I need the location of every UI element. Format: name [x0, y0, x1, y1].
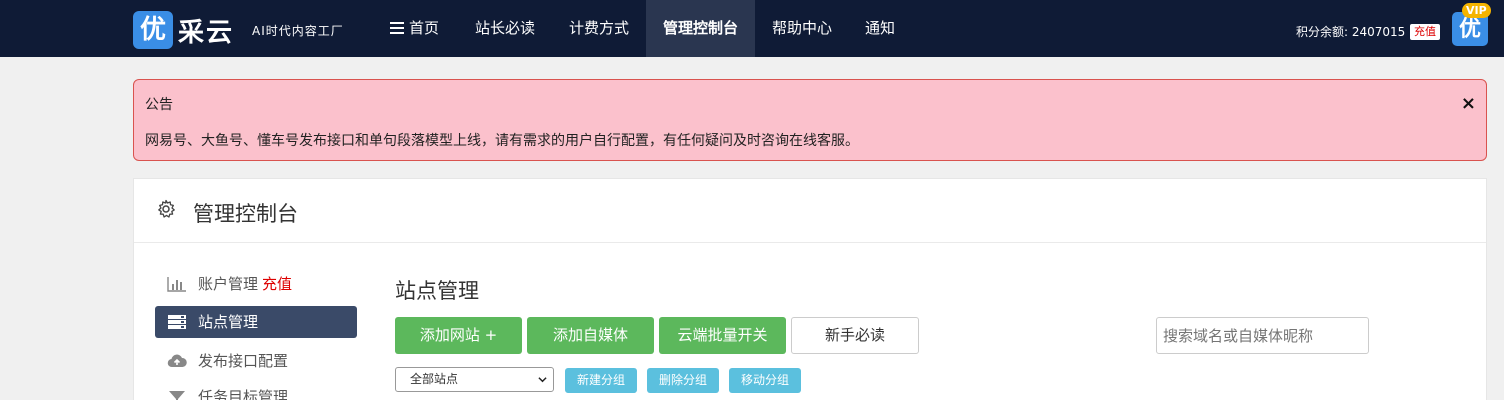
- nav-help-center[interactable]: 帮助中心: [772, 0, 832, 57]
- sidebar-item-publish-api[interactable]: 发布接口配置: [155, 345, 357, 377]
- nav-home-label: 首页: [409, 19, 440, 37]
- nav-console[interactable]: 管理控制台: [646, 0, 755, 57]
- nav-notifications[interactable]: 通知: [865, 0, 895, 57]
- add-media-button[interactable]: 添加自媒体: [527, 317, 654, 354]
- move-group-button[interactable]: 移动分组: [729, 368, 801, 393]
- new-group-button[interactable]: 新建分组: [565, 368, 637, 393]
- sidebar-item-label: 站点管理: [198, 313, 259, 331]
- top-navbar: 优 采云 AI时代内容工厂 首页 站长必读 计费方式 管理控制台 帮助中心 通知…: [0, 0, 1504, 57]
- sidebar-recharge-link[interactable]: 充值: [262, 275, 292, 293]
- sidebar-item-label: 发布接口配置: [198, 352, 289, 370]
- section-title: 站点管理: [395, 279, 479, 303]
- announcement-alert: 公告 网易号、大鱼号、懂车号发布接口和单句段落模型上线，请有需求的用户自行配置，…: [133, 79, 1487, 161]
- console-panel: 管理控制台 账户管理 充值 站点管理 发布接口配置 任务目标管理 站点管理 添加网…: [133, 178, 1487, 400]
- recharge-link[interactable]: 充值: [1410, 24, 1440, 40]
- nav-webmaster-guide-label: 站长必读: [475, 19, 536, 37]
- announcement-body: 网易号、大鱼号、懂车号发布接口和单句段落模型上线，请有需求的用户自行配置，有任何…: [145, 133, 859, 149]
- announcement-title: 公告: [145, 97, 173, 113]
- sidebar-item-task-target[interactable]: 任务目标管理: [155, 381, 357, 400]
- nav-home[interactable]: 首页: [390, 0, 439, 57]
- bar-chart-icon: [167, 277, 186, 292]
- add-site-button[interactable]: 添加网站 +: [395, 317, 522, 354]
- logo-text[interactable]: 采云: [178, 12, 234, 49]
- sidebar-item-account[interactable]: 账户管理 充值: [155, 268, 357, 300]
- funnel-icon: [169, 391, 185, 400]
- cloud-upload-icon: [167, 354, 187, 368]
- close-icon[interactable]: ×: [1461, 93, 1476, 114]
- group-select[interactable]: 全部站点: [395, 367, 554, 392]
- nav-pricing-label: 计费方式: [569, 19, 630, 37]
- credit-balance: 积分余额: 2407015: [1296, 25, 1406, 39]
- nav-webmaster-guide[interactable]: 站长必读: [475, 0, 535, 57]
- chevron-down-icon: [538, 377, 547, 383]
- logo-subtitle: AI时代内容工厂: [252, 24, 344, 38]
- sidebar-item-site-management[interactable]: 站点管理: [155, 306, 357, 338]
- panel-title: 管理控制台: [193, 202, 298, 226]
- server-icon: [168, 315, 186, 329]
- search-input[interactable]: [1156, 317, 1369, 354]
- nav-notifications-label: 通知: [865, 19, 896, 37]
- delete-group-button[interactable]: 删除分组: [647, 368, 719, 393]
- nav-console-label: 管理控制台: [662, 19, 738, 37]
- gear-icon: [158, 199, 175, 218]
- sidebar-item-label: 任务目标管理: [198, 388, 289, 400]
- nav-pricing[interactable]: 计费方式: [569, 0, 629, 57]
- group-select-value: 全部站点: [410, 372, 459, 386]
- menu-icon: [390, 22, 404, 34]
- panel-header: 管理控制台: [134, 179, 1486, 243]
- vip-badge: VIP: [1462, 3, 1491, 18]
- nav-help-center-label: 帮助中心: [772, 19, 833, 37]
- cloud-batch-toggle-button[interactable]: 云端批量开关: [659, 317, 786, 354]
- logo-icon[interactable]: 优: [133, 11, 173, 49]
- sidebar-item-label: 账户管理 充值: [198, 275, 293, 293]
- beginner-guide-button[interactable]: 新手必读: [791, 317, 919, 354]
